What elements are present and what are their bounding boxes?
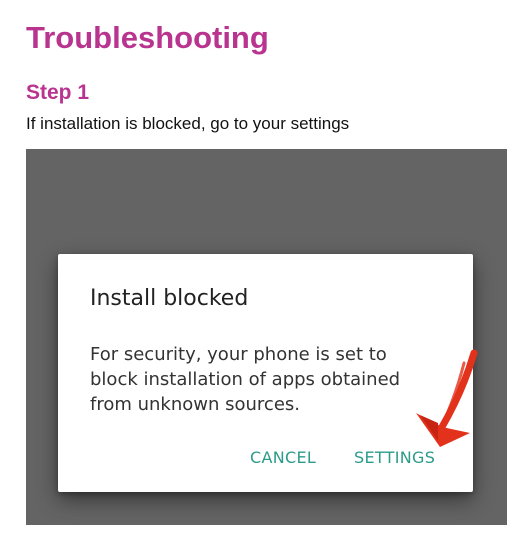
install-blocked-dialog: Install blocked For security, your phone…	[58, 254, 473, 492]
step-heading: Step 1	[26, 81, 90, 104]
dialog-title: Install blocked	[90, 286, 249, 311]
red-arrow-icon	[416, 349, 478, 447]
cancel-button[interactable]: CANCEL	[248, 444, 318, 471]
step-instruction: If installation is blocked, go to your s…	[26, 114, 350, 133]
page-title: Troubleshooting	[26, 20, 269, 55]
dialog-message: For security, your phone is set to block…	[90, 344, 401, 415]
phone-screenshot: Install blocked For security, your phone…	[26, 149, 507, 525]
